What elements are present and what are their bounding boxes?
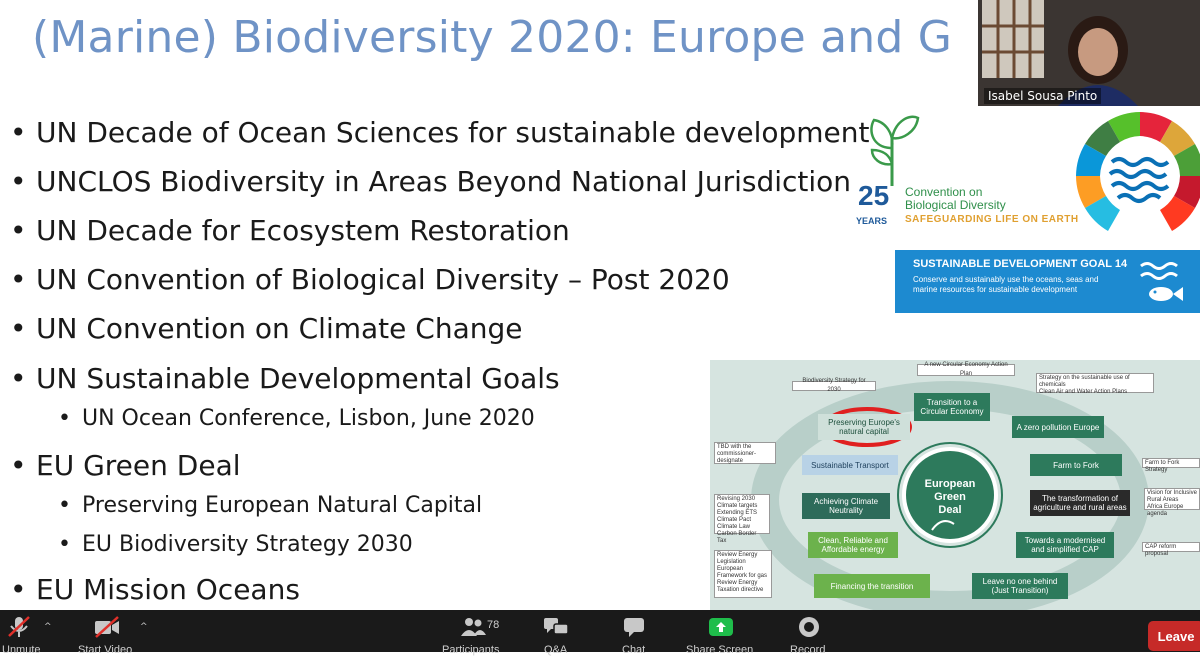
qa-icon — [544, 618, 569, 635]
cbd-name: Convention on Biological Diversity — [905, 186, 1006, 212]
gd-circular-plan: A new Circular Economy Action Plan — [917, 362, 1015, 377]
sub-bullet-text: Preserving European Natural Capital — [82, 493, 483, 518]
gd-biodiversity-strategy: Biodiversity Strategy for 2030 — [792, 378, 876, 393]
start-video-button[interactable]: Start Video — [78, 610, 148, 656]
gd-rural: The transformation of agriculture and ru… — [1030, 490, 1130, 516]
chat-icon — [624, 618, 644, 637]
share-screen-button[interactable]: Share Screen — [684, 610, 760, 656]
unmute-label: Unmute — [2, 644, 41, 656]
gd-energy-notes: Review Energy Legislation European Frame… — [714, 550, 772, 598]
cbd-logo: 25 YEARS Convention on Biological Divers… — [850, 108, 1100, 233]
qa-button[interactable]: Q&A — [540, 610, 580, 656]
sdg14-heading: SUSTAINABLE DEVELOPMENT GOAL 14 — [913, 258, 1128, 270]
record-button[interactable]: Record — [788, 610, 832, 656]
share-screen-label: Share Screen — [686, 644, 754, 656]
sdg-wheel-icon — [1076, 112, 1200, 231]
participants-count: 78 — [487, 619, 500, 631]
chat-button[interactable]: Chat — [618, 610, 658, 656]
gd-chemicals-notes: Strategy on the sustainable use of chemi… — [1036, 373, 1154, 395]
participants-button[interactable]: 78 Participants — [440, 610, 520, 656]
sprout-icon — [870, 115, 920, 186]
bullet-text: UN Decade of Ocean Sciences for sustaina… — [36, 116, 870, 149]
video-options-caret[interactable]: ^ — [140, 622, 148, 632]
microphone-muted-icon — [8, 616, 30, 637]
bullet-text: UN Sustainable Developmental Goals — [36, 362, 560, 395]
gd-chemicals: Strategy on the sustainable use of chemi… — [1039, 375, 1130, 388]
meeting-toolbar: Unmute ^ Start Video ^ 78 Participants Q… — [0, 610, 1200, 656]
gd-transport: Sustainable Transport — [802, 455, 898, 475]
gd-tbd: TBD with the commissioner-designate — [714, 442, 776, 464]
record-icon — [799, 617, 819, 637]
bullet-text: EU Green Deal — [36, 449, 241, 482]
sdg14-text: Conserve and sustainably use the oceans,… — [913, 275, 1099, 294]
gd-financing: Financing the transition — [814, 574, 930, 598]
bullet-text: UNCLOS Biodiversity in Areas Beyond Nati… — [36, 165, 852, 198]
qa-label: Q&A — [544, 644, 568, 656]
participants-label: Participants — [442, 644, 500, 656]
fish-waves-icon — [1140, 262, 1183, 301]
cbd-tagline: SAFEGUARDING LIFE ON EARTH — [905, 214, 1079, 225]
green-deal-diagram: A new Circular Economy Action Plan Biodi… — [710, 360, 1200, 610]
bullet-text: UN Convention on Climate Change — [36, 312, 523, 345]
gd-transition: Transition to a Circular Economy — [914, 393, 990, 421]
chat-label: Chat — [622, 644, 646, 656]
gd-farm-to-fork-strategy: Farm to Fork Strategy — [1142, 458, 1200, 473]
gd-energy: Clean, Reliable and Affordable energy — [808, 532, 898, 558]
share-screen-icon — [709, 618, 733, 636]
camera-off-icon — [95, 616, 119, 638]
bullet-text: UN Decade for Ecosystem Restoration — [36, 214, 570, 247]
record-label: Record — [790, 644, 826, 656]
bullet-text: UN Convention of Biological Diversity – … — [36, 263, 730, 296]
gd-clean-air: Clean Air and Water Action Plans — [1039, 389, 1128, 395]
cbd-name-line2: Biological Diversity — [905, 198, 1006, 212]
bullet-text: EU Mission Oceans — [36, 573, 300, 606]
gd-farm-to-fork: Farm to Fork — [1030, 454, 1122, 476]
gd-center-label: European Green Deal — [924, 477, 976, 516]
sub-bullet-text: EU Biodiversity Strategy 2030 — [82, 532, 413, 557]
gd-cap: Towards a modernised and simplified CAP — [1016, 532, 1114, 558]
sdg14-banner: SUSTAINABLE DEVELOPMENT GOAL 14 Conserve… — [895, 250, 1200, 313]
gd-preserving: Preserving Europe's natural capital — [818, 414, 910, 440]
gd-leave-no-one: Leave no one behind (Just Transition) — [972, 573, 1068, 599]
gd-climate-notes: Revising 2030 Climate targets Extending … — [714, 494, 770, 544]
gd-climate-neutrality: Achieving Climate Neutrality — [802, 493, 890, 519]
slide-title: (Marine) Biodiversity 2020: Europe and G — [32, 12, 952, 63]
gd-cap-reform: CAP reform proposal — [1142, 542, 1200, 557]
participant-name: Isabel Sousa Pinto — [984, 88, 1102, 104]
leave-button[interactable]: Leave — [1148, 621, 1200, 651]
start-video-label: Start Video — [78, 644, 133, 656]
participant-video[interactable]: Isabel Sousa Pinto — [978, 0, 1200, 106]
sub-bullet-text: UN Ocean Conference, Lisbon, June 2020 — [82, 406, 535, 431]
participants-icon — [461, 618, 486, 636]
cbd-years-number: 25 — [858, 180, 890, 211]
gd-vision: Vision for Inclusive Rural Areas Africa … — [1144, 488, 1200, 517]
gd-zero-pollution: A zero pollution Europe — [1012, 416, 1104, 438]
cbd-years-label: YEARS — [856, 216, 888, 226]
audio-options-caret[interactable]: ^ — [44, 622, 52, 632]
